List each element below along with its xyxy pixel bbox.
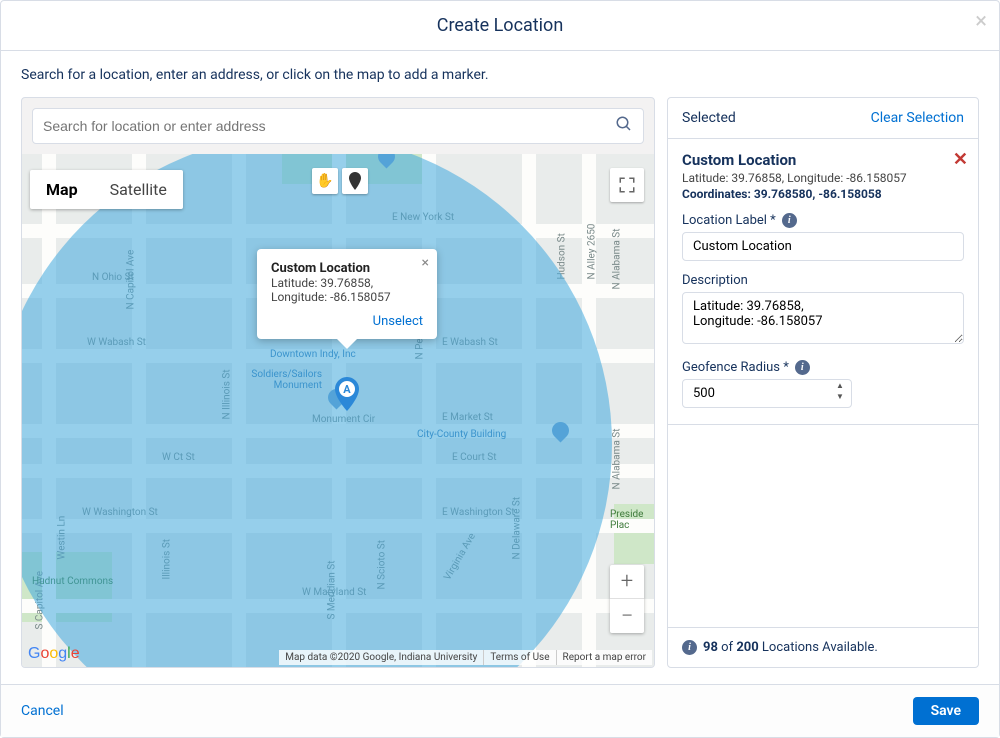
map-canvas[interactable]: E New York St N Ohio St W Wabash St E Wa… [22,154,654,667]
map-tools: ✋ [312,168,368,194]
location-card: ✕ Custom Location Latitude: 39.76858, Lo… [668,138,978,425]
zoom-out-button[interactable]: − [610,599,644,633]
map-panel: E New York St N Ohio St W Wabash St E Wa… [21,97,655,668]
report-error-link[interactable]: Report a map error [556,650,652,665]
side-fill [668,425,978,627]
close-icon[interactable]: × [975,11,987,33]
radius-input-wrap: ▲ ▼ [682,375,852,408]
pan-hand-icon[interactable]: ✋ [312,168,338,194]
map-type-control: Map Satellite [30,170,183,209]
search-wrap [22,98,654,154]
cancel-button[interactable]: Cancel [21,703,64,719]
search-icon[interactable] [615,115,633,137]
side-panel: Selected Clear Selection ✕ Custom Locati… [667,97,979,668]
locations-available: i 98 of 200 Locations Available. [668,627,978,667]
description-label: Description [682,273,964,288]
google-logo: Google [28,645,80,663]
map-type-map[interactable]: Map [30,170,94,209]
clear-selection-link[interactable]: Clear Selection [871,110,964,126]
poi-pin [548,418,572,442]
info-close-icon[interactable]: × [422,255,429,271]
map-type-satellite[interactable]: Satellite [94,170,183,209]
location-latlng: Latitude: 39.76858, Longitude: -86.15805… [682,171,964,185]
search-input[interactable] [43,118,615,134]
selected-label: Selected [682,110,736,126]
info-icon[interactable]: i [782,213,797,228]
fullscreen-icon[interactable] [610,168,644,202]
step-up-icon[interactable]: ▲ [832,380,848,391]
terms-link[interactable]: Terms of Use [483,650,555,665]
modal-header: Create Location × [1,1,999,51]
step-down-icon[interactable]: ▼ [832,391,848,402]
unselect-link[interactable]: Unselect [271,314,423,329]
modal-footer: Cancel Save [1,684,999,737]
location-label-input[interactable] [682,232,964,261]
modal-body: Search for a location, enter an address,… [1,51,999,684]
location-coords: Coordinates: 39.768580, -86.158058 [682,187,964,201]
remove-location-icon[interactable]: ✕ [953,149,968,170]
instruction-text: Search for a location, enter an address,… [21,67,979,83]
radius-label: Geofence Radius * i [682,360,964,375]
drop-pin-icon[interactable] [342,168,368,194]
zoom-controls: + − [610,565,644,633]
location-label-label: Location Label * i [682,213,964,228]
search-box [32,108,644,144]
create-location-modal: Create Location × Search for a location,… [0,0,1000,738]
geofence-radius-input[interactable] [682,379,852,408]
map-data-credit: Map data ©2020 Google, Indiana Universit… [279,650,483,665]
map-info-window: × Custom Location Latitude: 39.76858, Lo… [257,249,437,339]
map-credits: Map data ©2020 Google, Indiana Universit… [279,650,652,665]
radius-stepper: ▲ ▼ [832,380,848,402]
zoom-in-button[interactable]: + [610,565,644,599]
map-marker-a[interactable]: A [335,377,359,411]
save-button[interactable]: Save [913,697,979,725]
info-title: Custom Location [271,261,423,276]
description-input[interactable] [682,292,964,344]
svg-text:A: A [343,383,351,396]
info-icon: i [682,640,697,655]
content-row: E New York St N Ohio St W Wabash St E Wa… [21,97,979,668]
modal-title: Create Location [437,15,564,36]
location-name: Custom Location [682,151,964,169]
info-lng: Longitude: -86.158057 [271,290,423,304]
side-header: Selected Clear Selection [668,98,978,138]
info-icon[interactable]: i [795,360,810,375]
info-lat: Latitude: 39.76858, [271,276,423,290]
